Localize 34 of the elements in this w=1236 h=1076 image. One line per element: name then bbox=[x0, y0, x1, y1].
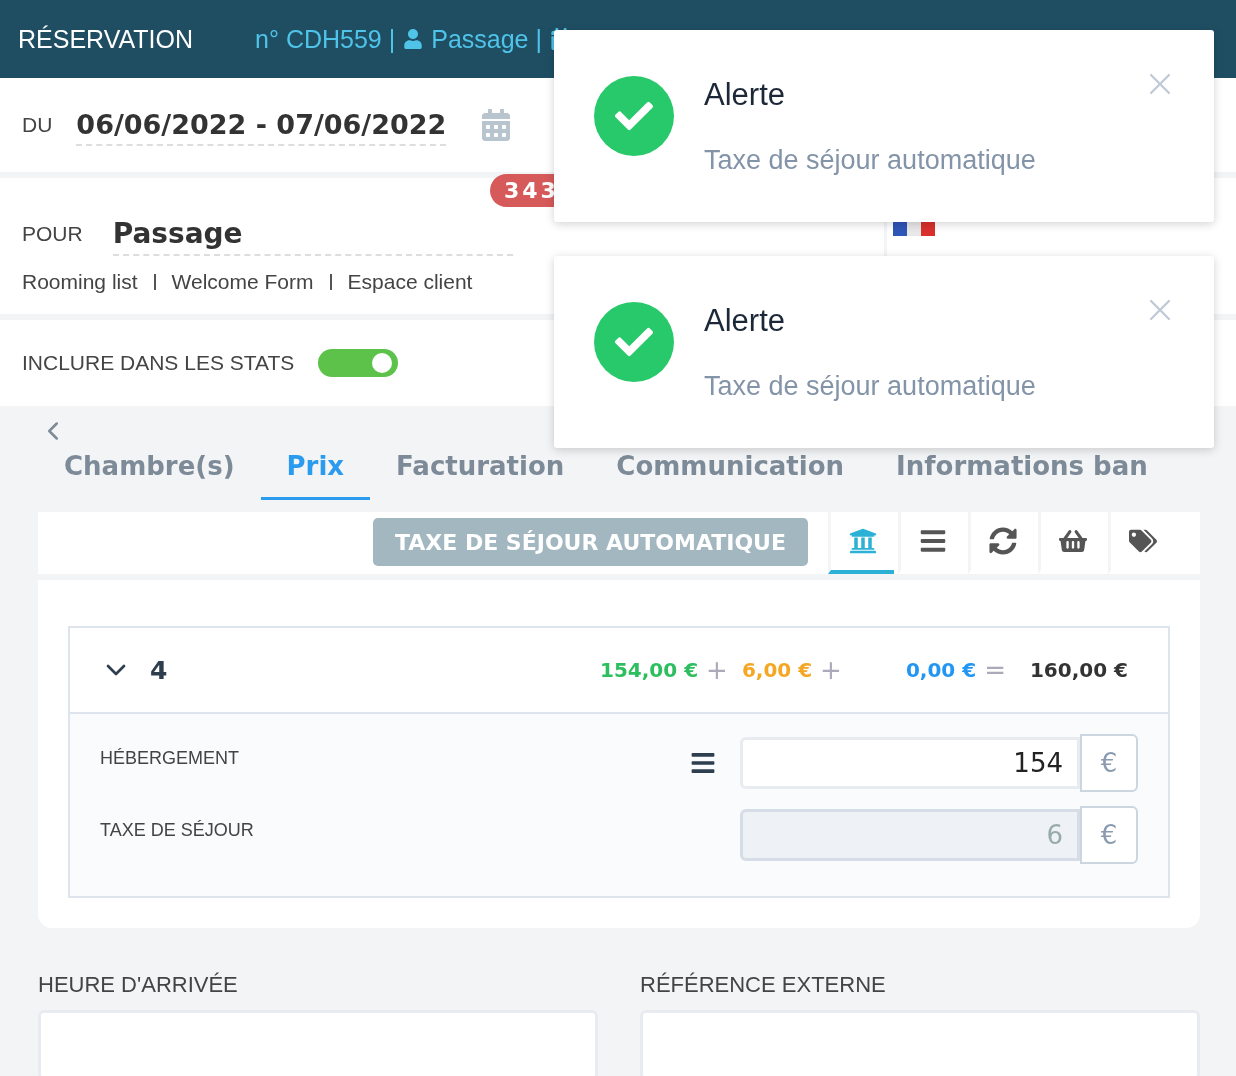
date-range[interactable]: 06/06/2022 - 07/06/2022 bbox=[76, 104, 447, 146]
line-label: TAXE DE SÉJOUR bbox=[100, 819, 255, 841]
client-link[interactable]: Welcome Form bbox=[153, 273, 330, 290]
currency-unit: € bbox=[1080, 806, 1138, 864]
room-number: 4 bbox=[150, 655, 169, 685]
field-label: RÉFÉRENCE EXTERNE bbox=[640, 972, 887, 998]
page-title: RÉSERVATION bbox=[18, 24, 194, 54]
line-label: HÉBERGEMENT bbox=[100, 747, 241, 769]
client-name[interactable]: Passage bbox=[112, 212, 513, 256]
operator: + bbox=[820, 655, 842, 685]
operator: = bbox=[984, 655, 1006, 685]
total-amount: 160,00 € bbox=[1029, 658, 1128, 682]
tab[interactable]: Communication bbox=[590, 433, 871, 500]
tab[interactable]: Informations ban bbox=[870, 433, 1174, 500]
toast-message: Taxe de séjour automatique bbox=[704, 370, 1036, 402]
stats-label: INCLURE DANS LES STATS bbox=[22, 351, 295, 375]
amount: 6,00 € bbox=[741, 658, 813, 682]
toast-message: Taxe de séjour automatique bbox=[704, 144, 1036, 176]
tab[interactable]: Prix bbox=[260, 433, 371, 500]
tab[interactable]: Chambre(s) bbox=[38, 433, 261, 500]
booking-number: n° CDH559 | bbox=[255, 24, 396, 54]
amount: 154,00 € bbox=[600, 658, 699, 682]
date-label: DU bbox=[22, 113, 53, 137]
amount: 0,00 € bbox=[905, 658, 977, 682]
tab[interactable]: Facturation bbox=[370, 433, 591, 500]
amount-field[interactable]: 154 bbox=[740, 737, 1080, 789]
auto-tax-button[interactable]: TAXE DE SÉJOUR AUTOMATIQUE bbox=[372, 518, 808, 566]
toast-title: Alerte bbox=[704, 76, 786, 113]
field-label: HEURE D'ARRIVÉE bbox=[38, 972, 239, 998]
toast-title: Alerte bbox=[704, 302, 786, 339]
client-label: POUR bbox=[22, 222, 83, 246]
guest-name: Passage | bbox=[431, 24, 542, 54]
currency-unit: € bbox=[1080, 734, 1138, 792]
operator: + bbox=[706, 655, 728, 685]
